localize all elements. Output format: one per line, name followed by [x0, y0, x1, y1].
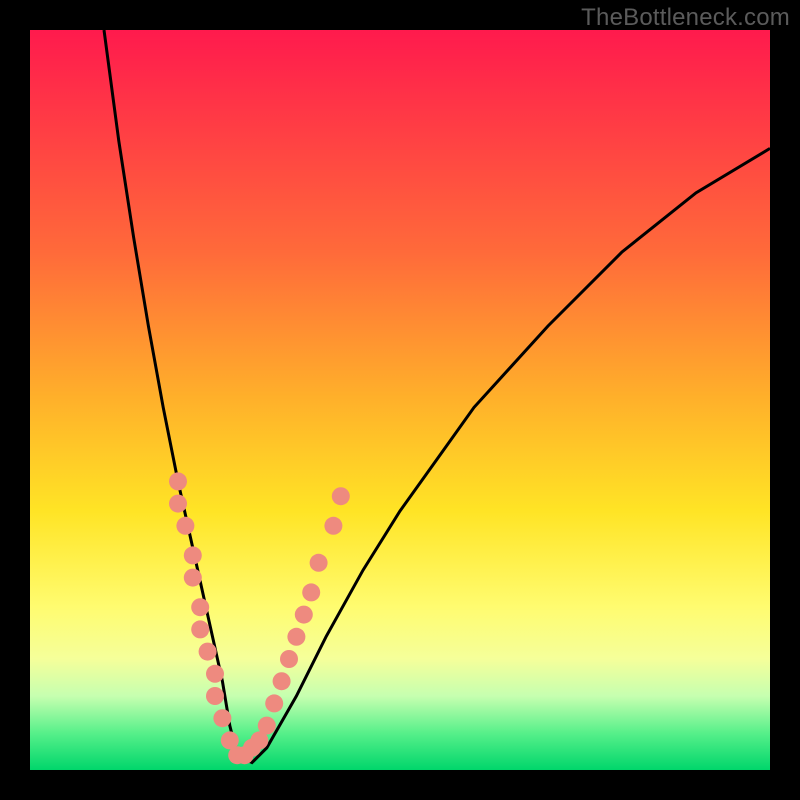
scatter-dot	[191, 598, 209, 616]
scatter-dot	[324, 517, 342, 535]
scatter-dot	[280, 650, 298, 668]
scatter-dot	[206, 687, 224, 705]
scatter-points	[169, 472, 350, 764]
scatter-dot	[184, 546, 202, 564]
plot-area	[30, 30, 770, 770]
scatter-dot	[310, 554, 328, 572]
scatter-dot	[199, 643, 217, 661]
scatter-dot	[191, 620, 209, 638]
scatter-dot	[176, 517, 194, 535]
watermark-text: TheBottleneck.com	[581, 4, 790, 32]
scatter-dot	[213, 709, 231, 727]
scatter-dot	[302, 583, 320, 601]
scatter-dot	[332, 487, 350, 505]
scatter-dot	[265, 694, 283, 712]
scatter-dot	[169, 472, 187, 490]
scatter-dot	[258, 717, 276, 735]
scatter-dot	[273, 672, 291, 690]
scatter-dot	[206, 665, 224, 683]
chart-frame: TheBottleneck.com	[0, 0, 800, 800]
chart-svg	[30, 30, 770, 770]
scatter-dot	[287, 628, 305, 646]
scatter-dot	[184, 569, 202, 587]
scatter-dot	[169, 495, 187, 513]
scatter-dot	[295, 606, 313, 624]
